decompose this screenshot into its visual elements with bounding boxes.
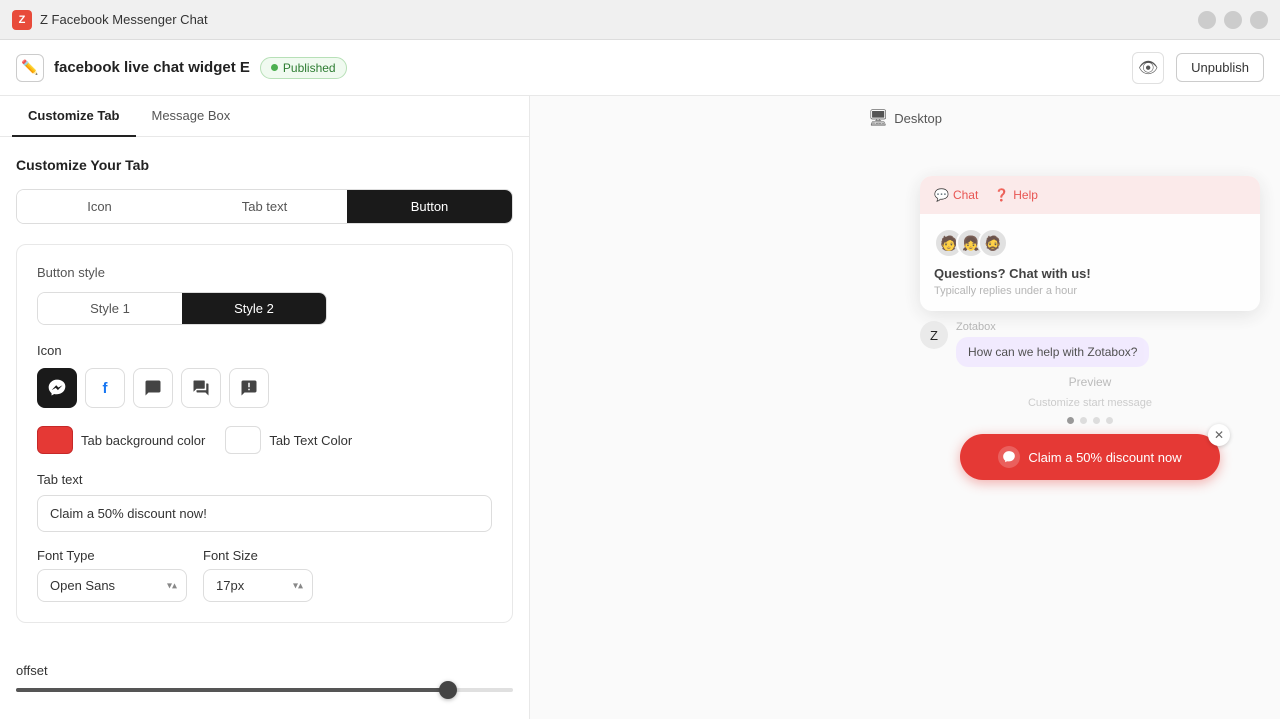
font-type-select-wrapper: Open Sans Arial Roboto Lato ▾▴ [37,569,187,602]
app-title: Z Facebook Messenger Chat [40,12,208,27]
dot-2 [1080,417,1087,424]
avatar-3: 🧔 [978,228,1008,258]
titlebar: Z Z Facebook Messenger Chat [0,0,1280,40]
chat-reply-time: Typically replies under a hour [934,285,1246,297]
offset-section: offset [0,651,529,692]
icon-row: f [37,368,492,408]
status-label: Published [283,61,336,75]
chat-headline: Questions? Chat with us! [934,266,1246,281]
style-toggle: Style 1 Style 2 [37,292,327,325]
window-controls[interactable] [1198,11,1268,29]
dot-4 [1106,417,1113,424]
app-icon: Z [12,10,32,30]
main-layout: Customize Tab Message Box Customize Your… [0,96,1280,719]
claim-messenger-icon [998,446,1020,468]
offset-label: offset [16,663,513,678]
icon-messenger[interactable] [37,368,77,408]
tab-text-label: Tab text [37,472,492,487]
widget-name: facebook live chat widget E [54,59,250,76]
panel-tabs: Customize Tab Message Box [0,96,529,137]
minimize-icon[interactable] [1198,11,1216,29]
unpublish-button[interactable]: Unpublish [1176,53,1264,82]
bot-avatar: Z [920,321,948,349]
chat-body: 🧑 👧 🧔 Questions? Chat with us! Typically… [920,214,1260,311]
card-section: Button style Style 1 Style 2 Icon f [16,244,513,623]
panel-content: Customize Your Tab Icon Tab text Button … [0,137,529,651]
bot-name: Zotabox [956,321,1149,333]
font-size-select[interactable]: 14px 15px 16px 17px 18px [203,569,313,602]
tab-type-text[interactable]: Tab text [182,190,347,223]
icon-chat3[interactable] [229,368,269,408]
tab-type-icon[interactable]: Icon [17,190,182,223]
bg-color-item: Tab background color [37,426,205,454]
close-icon[interactable] [1250,11,1268,29]
right-panel: 🖥 Desktop 💬 Chat ❓ Help [530,96,1280,719]
tab-bg-color-label: Tab background color [81,433,205,448]
tab-text-color-label: Tab Text Color [269,433,352,448]
offset-slider-thumb[interactable] [439,681,457,699]
style-1-button[interactable]: Style 1 [38,293,182,324]
support-text: Customize start message [920,397,1260,409]
tab-customize-tab[interactable]: Customize Tab [12,96,136,137]
pagination-dots [920,417,1260,424]
tab-bg-color-swatch[interactable] [37,426,73,454]
offset-slider-fill [16,688,448,692]
header-right: 👁 Unpublish [1132,52,1264,84]
header: ✏️ facebook live chat widget E Published… [0,40,1280,96]
dot-3 [1093,417,1100,424]
preview-toolbar: 🖥 Desktop [530,96,1280,140]
chat-bubble-icon: 💬 [934,188,949,202]
left-panel: Customize Tab Message Box Customize Your… [0,96,530,719]
icon-chat2[interactable] [181,368,221,408]
chat-popup-header: 💬 Chat ❓ Help [920,176,1260,214]
icon-label: Icon [37,343,492,358]
icon-chat1[interactable] [133,368,173,408]
chat-avatars: 🧑 👧 🧔 [934,228,1246,258]
maximize-icon[interactable] [1224,11,1242,29]
style-2-button[interactable]: Style 2 [182,293,326,324]
font-size-group: Font Size 14px 15px 16px 17px 18px ▾▴ [203,548,313,602]
text-color-item: Tab Text Color [225,426,352,454]
bot-bubble: How can we help with Zotabox? [956,337,1149,367]
published-badge: Published [260,57,347,79]
desktop-label: Desktop [894,111,942,126]
desktop-icon: 🖥 [868,108,888,128]
tab-text-color-swatch[interactable] [225,426,261,454]
icon-facebook[interactable]: f [85,368,125,408]
color-row: Tab background color Tab Text Color [37,426,492,454]
bot-message-block: Z Zotabox How can we help with Zotabox? [920,321,1260,367]
chat-option-chat[interactable]: 💬 Chat [934,188,978,202]
preview-button[interactable]: 👁 [1132,52,1164,84]
offset-slider-track [16,688,513,692]
button-style-label: Button style [37,265,492,280]
font-type-group: Font Type Open Sans Arial Roboto Lato ▾▴ [37,548,187,602]
edit-icon[interactable]: ✏️ [16,54,44,82]
font-type-label: Font Type [37,548,187,563]
chat-option-help[interactable]: ❓ Help [994,188,1038,202]
dot-1 [1067,417,1074,424]
preview-label: Preview [920,375,1260,389]
claim-button[interactable]: Claim a 50% discount now ✕ [960,434,1220,480]
tab-type-toggle: Icon Tab text Button [16,189,513,224]
font-row: Font Type Open Sans Arial Roboto Lato ▾▴ [37,548,492,602]
chat-popup: 💬 Chat ❓ Help 🧑 👧 🧔 Questions? Chat with [920,176,1260,311]
section-title: Customize Your Tab [16,157,513,173]
font-size-label: Font Size [203,548,313,563]
tab-message-box[interactable]: Message Box [136,96,247,137]
claim-text: Claim a 50% discount now [1028,450,1181,465]
tab-text-input[interactable] [37,495,492,532]
help-icon: ❓ [994,188,1009,202]
widget-preview: 💬 Chat ❓ Help 🧑 👧 🧔 Questions? Chat with [920,176,1260,480]
font-type-select[interactable]: Open Sans Arial Roboto Lato [37,569,187,602]
font-size-select-wrapper: 14px 15px 16px 17px 18px ▾▴ [203,569,313,602]
close-button[interactable]: ✕ [1208,424,1230,446]
status-dot [271,64,278,71]
tab-type-button[interactable]: Button [347,190,512,223]
